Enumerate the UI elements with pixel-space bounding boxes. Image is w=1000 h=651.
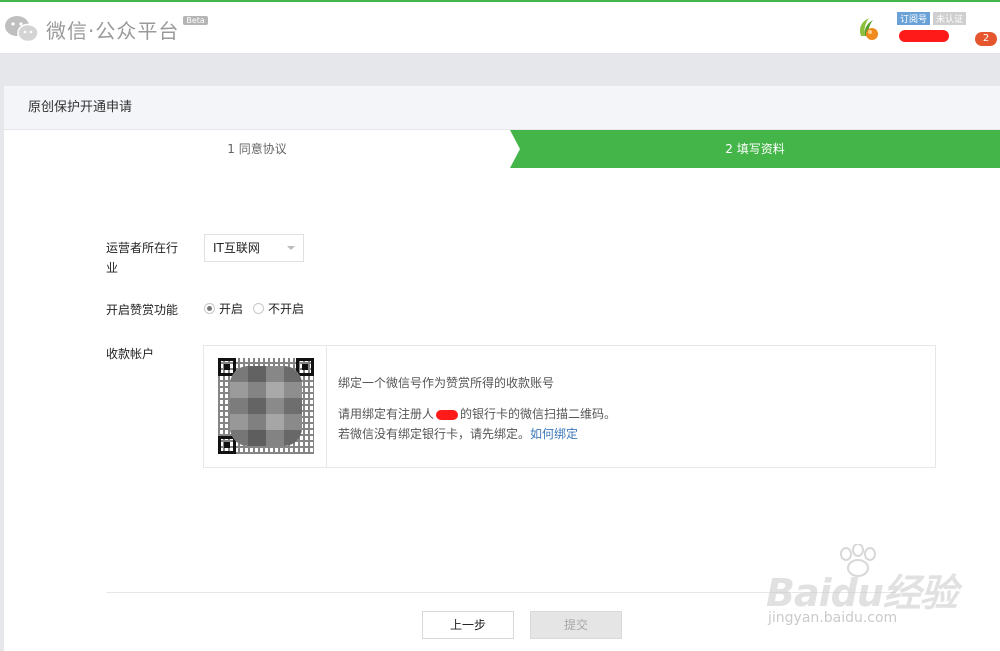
reward-option-off-label: 不开启 (268, 302, 305, 316)
step-indicator: 1 同意协议 2 填写资料 (4, 130, 1000, 168)
qr-instruction-2-before: 请用绑定有注册人 (338, 407, 435, 421)
qr-instruction-3: 若微信没有绑定银行卡，请先绑定。如何绑定 (338, 425, 578, 442)
how-to-bind-link[interactable]: 如何绑定 (530, 427, 578, 441)
notification-count[interactable]: 2 (975, 32, 997, 46)
qr-code-area (204, 346, 327, 467)
qr-instruction-1: 绑定一个微信号作为赞赏所得的收款账号 (338, 376, 555, 390)
radio-unchecked-icon[interactable] (253, 303, 265, 314)
qr-instruction-3-text: 若微信没有绑定银行卡，请先绑定。 (338, 427, 531, 441)
qr-instruction-2: 请用绑定有注册人 的银行卡的微信扫描二维码。 (338, 405, 616, 422)
step-arrow (510, 130, 520, 168)
logo-text: 微信·公众平台 (46, 18, 180, 43)
reward-option-off[interactable]: 不开启 (253, 300, 304, 317)
industry-label: 运营者所在行业 (106, 241, 179, 275)
reward-label: 开启赞赏功能 (106, 303, 179, 317)
qr-code-image (218, 358, 314, 454)
baidu-watermark: Baidu经验 jingyan.baidu.com (760, 540, 1000, 640)
beta-tag: Beta (183, 16, 208, 25)
caret-down-icon (287, 246, 295, 250)
radio-checked-icon[interactable] (204, 303, 215, 314)
page-title: 原创保护开通申请 (4, 86, 1000, 130)
watermark-sub: jingyan.baidu.com (768, 610, 898, 626)
account-type-badge: 订阅号 (897, 12, 931, 25)
payment-account-box: 绑定一个微信号作为赞赏所得的收款账号 请用绑定有注册人 的银行卡的微信扫描二维码。… (203, 345, 936, 468)
reward-option-on[interactable]: 开启 (204, 300, 243, 317)
wechat-logo[interactable]: 微信·公众平台 Beta (4, 14, 208, 44)
qr-instruction-2-after: 的银行卡的微信扫描二维码。 (460, 407, 617, 421)
submit-button[interactable]: 提交 (530, 611, 622, 639)
prev-step-button[interactable]: 上一步 (422, 611, 514, 639)
industry-value: IT互联网 (213, 241, 260, 255)
step-agree: 1 同意协议 (4, 130, 510, 168)
qr-mosaic-overlay (230, 366, 302, 446)
account-name-redacted[interactable] (899, 30, 949, 42)
reward-radio-group: 开启 不开启 (204, 300, 314, 317)
top-bar: 微信·公众平台 Beta 订阅号 未认证 2 (0, 0, 1000, 54)
account-avatar[interactable] (855, 14, 883, 42)
account-label: 收款帐户 (106, 347, 155, 361)
industry-select[interactable]: IT互联网 (204, 234, 304, 262)
registrant-name-redacted (436, 409, 459, 420)
step-fill-info: 2 填写资料 (510, 130, 1000, 168)
user-area[interactable]: 订阅号 未认证 2 (855, 10, 1000, 50)
wechat-icon (5, 16, 39, 43)
watermark-main: Baidu经验 (766, 571, 958, 615)
reward-option-on-label: 开启 (219, 302, 244, 316)
verification-badge: 未认证 (933, 12, 967, 25)
